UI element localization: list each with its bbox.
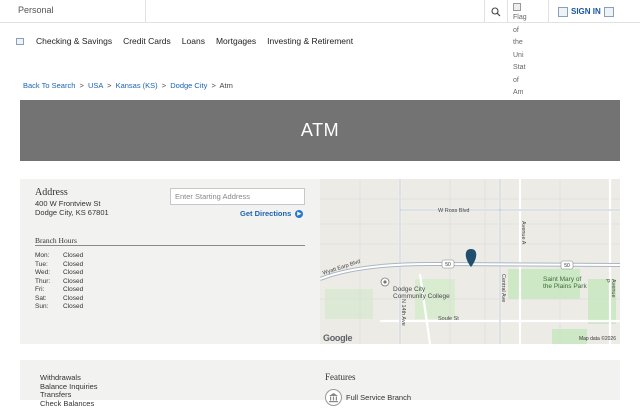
user-icon xyxy=(558,6,568,17)
hours-day: Fri: xyxy=(35,286,45,293)
hours-day: Mon: xyxy=(35,252,50,259)
map-canvas[interactable]: 50 50 xyxy=(320,179,620,344)
nav-item-mortgages[interactable]: Mortgages xyxy=(216,36,256,46)
location-info-panel: Address 400 W Frontview St Dodge City, K… xyxy=(20,179,320,344)
logo-icon[interactable] xyxy=(16,37,24,45)
main-navigation: Checking & Savings Credit Cards Loans Mo… xyxy=(0,28,500,54)
feature-label: Full Service Branch xyxy=(346,393,412,402)
breadcrumb-current: Atm xyxy=(219,81,233,90)
page-title: ATM xyxy=(300,120,340,140)
features-heading: Features xyxy=(325,372,356,382)
bank-icon xyxy=(325,389,342,406)
breadcrumb-separator: > xyxy=(107,81,112,90)
hours-status: Closed xyxy=(63,286,84,293)
nav-item-checking-savings[interactable]: Checking & Savings xyxy=(36,36,112,46)
map-attribution[interactable]: Map data ©2026 xyxy=(579,336,616,342)
search-input[interactable] xyxy=(146,0,484,23)
top-utility-bar: Personal Flag of the Uni Stat of Am SIGN… xyxy=(0,0,640,95)
chevron-icon xyxy=(603,6,614,17)
hours-status: Closed xyxy=(63,252,84,259)
address-city-line: Dodge City, KS 67801 xyxy=(35,208,109,217)
map-label-college: Dodge City Community College xyxy=(393,286,450,300)
hours-day: Sat: xyxy=(35,294,47,302)
hours-row: Wed: Closed xyxy=(35,269,83,278)
address-street: 400 W Frontview St xyxy=(35,199,101,208)
map-label-saint-mary: Saint Mary of the Plains Park xyxy=(543,276,587,290)
breadcrumb-country[interactable]: USA xyxy=(88,81,103,90)
map-park-area xyxy=(325,289,373,319)
feature-item: Full Service Branch xyxy=(325,389,411,406)
map-label-soule: Soule St xyxy=(438,316,459,322)
map-label-avenue-a: Avenue A xyxy=(520,221,526,245)
segment-selector[interactable]: Personal xyxy=(0,0,146,23)
hours-day: Thur: xyxy=(35,277,51,285)
hours-status: Closed xyxy=(63,260,84,268)
arrow-right-icon: ▶ xyxy=(295,209,304,218)
sign-in-button[interactable]: SIGN IN xyxy=(548,0,640,23)
breadcrumb-state[interactable]: Kansas (KS) xyxy=(116,81,158,90)
sign-in-label: SIGN IN xyxy=(571,7,601,16)
map-label-ross: W Ross Blvd xyxy=(438,208,470,214)
search-button[interactable] xyxy=(484,0,508,23)
hours-day: Tue: xyxy=(35,260,48,268)
page-banner: ATM xyxy=(20,100,620,161)
hours-row: Fri: Closed xyxy=(35,286,83,295)
get-directions-label: Get Directions xyxy=(240,209,292,218)
services-panel: Withdrawals Balance Inquiries Transfers … xyxy=(20,360,320,408)
hours-status: Closed xyxy=(63,277,84,285)
segment-label: Personal xyxy=(18,5,54,15)
breadcrumb-separator: > xyxy=(211,81,216,90)
hours-row: Thur: Closed xyxy=(35,278,83,287)
hours-day: Wed: xyxy=(35,269,51,276)
breadcrumb-city[interactable]: Dodge City xyxy=(170,81,207,90)
hours-row: Mon: Closed xyxy=(35,252,83,261)
starting-address-input[interactable] xyxy=(170,188,305,205)
breadcrumb-separator: > xyxy=(161,81,167,90)
get-directions-link[interactable]: Get Directions ▶ xyxy=(240,209,304,218)
hours-status: Closed xyxy=(63,269,84,276)
flag-icon xyxy=(513,3,521,11)
location-map[interactable]: 50 50 W Ross Blvd Dodge City Community C… xyxy=(320,179,620,344)
hours-status: Closed xyxy=(63,303,84,310)
breadcrumb-separator: > xyxy=(79,81,84,90)
breadcrumb-back-to-search[interactable]: Back To Search xyxy=(23,81,75,90)
route-shield-label: 50 xyxy=(445,262,451,268)
hours-row: Tue: Closed xyxy=(35,261,83,270)
nav-item-investing-retirement[interactable]: Investing & Retirement xyxy=(267,36,353,46)
search-icon xyxy=(491,6,501,16)
features-panel: Features Full Service Branch xyxy=(320,360,620,406)
route-shield-label: 50 xyxy=(564,263,570,269)
hours-row: Sun: Closed xyxy=(35,303,83,312)
map-label-central: Central Ave xyxy=(500,274,506,303)
flag-alt-text: Flag of the Uni Stat of Am xyxy=(513,14,527,95)
branch-hours-heading: Branch Hours xyxy=(35,236,77,245)
nav-item-credit-cards[interactable]: Credit Cards xyxy=(123,36,171,46)
hours-row: Sat: Closed xyxy=(35,295,83,304)
hours-divider xyxy=(35,245,305,246)
hours-list: Mon: Closed Tue: Closed Wed: Closed Thur: Cl… xyxy=(35,252,83,312)
nav-item-loans[interactable]: Loans xyxy=(182,36,205,46)
google-logo[interactable]: Google xyxy=(323,333,353,343)
map-label-avenue-p: Avenue P xyxy=(604,279,616,298)
hours-day: Sun: xyxy=(35,303,49,310)
country-flag-image[interactable]: Flag of the Uni Stat of Am xyxy=(513,3,529,95)
map-label-n14: N 14th Ave xyxy=(400,299,406,326)
breadcrumb: Back To Search > USA > Kansas (KS) > Dod… xyxy=(23,81,233,90)
address-heading: Address xyxy=(35,187,68,198)
hours-status: Closed xyxy=(63,294,84,302)
